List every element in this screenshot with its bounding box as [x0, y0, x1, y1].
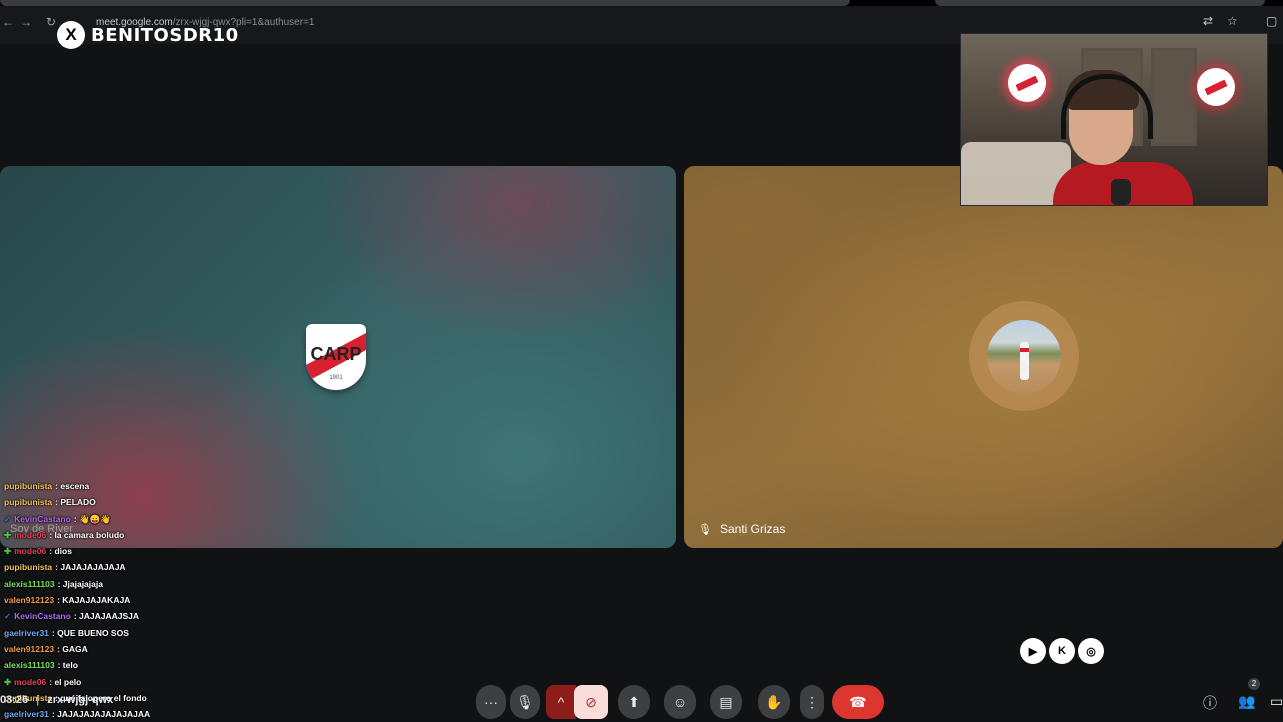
moderator-badge-icon: ✚: [4, 546, 12, 557]
chat-text: : escena: [55, 481, 90, 491]
microphone-button[interactable]: 🎙: [510, 685, 540, 719]
present-screen-button[interactable]: ⬆: [618, 685, 650, 719]
chat-message: pupibunista: PELADO: [4, 494, 304, 510]
back-icon[interactable]: ←: [2, 15, 14, 29]
people-icon[interactable]: 👥: [1238, 693, 1255, 710]
x-logo-icon: X: [57, 21, 85, 49]
streamer-webcam: [960, 33, 1268, 206]
extensions-icon[interactable]: ▢: [1266, 14, 1277, 28]
participant-name-2: Santi Grizas: [719, 522, 786, 536]
chat-text: : el pelo: [49, 676, 82, 687]
chat-text: : JAJAJAJAJAJA: [55, 562, 126, 573]
camera-off-button[interactable]: ⊘: [574, 685, 608, 719]
chat-username: mode06: [14, 676, 47, 687]
background-window: [1151, 48, 1197, 146]
leave-call-button[interactable]: ☎: [832, 685, 884, 719]
meeting-details: 03:26 | zrx-wjgj-qwx: [0, 694, 114, 706]
chat-text: : PELADO: [55, 497, 96, 508]
bookmark-star-icon[interactable]: ☆: [1227, 14, 1238, 28]
moderator-badge-icon: ✚: [4, 529, 12, 540]
microphone-icon: [1111, 179, 1131, 205]
kick-icon: K: [1049, 638, 1075, 664]
verified-badge-icon: ✓: [4, 611, 12, 622]
more-actions-button[interactable]: ⋮: [800, 685, 824, 719]
social-icons: ▶ K ◎: [1020, 638, 1104, 664]
chat-message: ✓ KevinCastano: 👋😛👋: [4, 511, 304, 527]
chat-username: gaelriver31: [4, 709, 49, 720]
neon-crest-icon: [1197, 68, 1235, 106]
chat-username: valen912123: [4, 643, 55, 654]
participant-label-2: 🎙 Santi Grizas: [698, 522, 785, 536]
chat-text: : Jjajajajaja: [57, 578, 103, 589]
chat-username: KevinCastano: [14, 611, 71, 622]
chat-username: pupibunista: [4, 562, 53, 573]
chat-message: valen912123: KAJAJAJAKAJA: [4, 592, 304, 608]
chat-text: : JAJAJAAJSJA: [73, 611, 140, 622]
chat-text: : KAJAJAJAKAJA: [57, 595, 131, 606]
chat-username: valen912123: [4, 595, 55, 606]
chat-text: : 👋😛👋: [73, 513, 111, 524]
forward-icon[interactable]: →: [20, 15, 32, 29]
chat-text: : la camara boludo: [49, 529, 125, 540]
mic-muted-icon: 🎙: [698, 523, 712, 536]
chat-username: mode06: [14, 529, 47, 540]
translate-icon[interactable]: ⇄: [1203, 14, 1213, 28]
participant-tile-2[interactable]: 🎙 Santi Grizas: [684, 166, 1283, 548]
chat-text: : QUE BUENO SOS: [51, 627, 129, 638]
chat-username: pupibunista: [4, 497, 53, 508]
chat-message: ✚ mode06: el pelo: [4, 674, 304, 690]
raise-hand-button[interactable]: ✋: [758, 685, 790, 719]
chat-username: pupibunista: [4, 481, 53, 491]
reload-icon[interactable]: ↻: [46, 15, 56, 29]
streamer-watermark: X BENITOSDR10: [57, 21, 239, 49]
call-time: 03:26: [0, 694, 29, 706]
river-plate-crest-icon: CARP 1901: [306, 324, 366, 390]
youtube-icon: ▶: [1020, 638, 1046, 664]
meeting-info-icon[interactable]: ⓘ: [1203, 693, 1217, 713]
chat-icon[interactable]: ▭: [1270, 693, 1283, 710]
instagram-icon: ◎: [1078, 638, 1104, 664]
chat-message: ✚ mode06: dios: [4, 543, 304, 559]
captions-button[interactable]: ▤: [710, 685, 742, 719]
chat-message: alexis111103: Jjajajajaja: [4, 576, 304, 592]
chat-message: gaelriver31: QUE BUENO SOS: [4, 625, 304, 641]
chat-message: pupibunista: escena: [4, 478, 304, 494]
streamer-handle: BENITOSDR10: [91, 24, 239, 46]
more-options-button[interactable]: ···: [476, 685, 506, 719]
chat-message: ✚ mode06: la camara boludo: [4, 527, 304, 543]
camera-options-button[interactable]: ^: [546, 685, 576, 719]
tab-strip: [0, 0, 1283, 6]
avatar: [987, 320, 1061, 394]
neon-crest-icon: [1008, 64, 1046, 102]
moderator-badge-icon: ✚: [4, 676, 12, 687]
chat-username: alexis111103: [4, 660, 55, 671]
stream-chat: pupibunista: escena pupibunista: PELADO ✓ K…: [4, 478, 304, 722]
chat-username: gaelriver31: [4, 627, 49, 638]
tab-segment[interactable]: [0, 0, 850, 6]
chat-username: alexis111103: [4, 578, 55, 589]
emoji-reaction-button[interactable]: ☺: [664, 685, 696, 719]
chat-username: mode06: [14, 546, 47, 557]
chat-message: pupibunista: JAJAJAJAJAJA: [4, 559, 304, 575]
chat-message: valen912123: GAGA: [4, 641, 304, 657]
chat-message: alexis111103: telo: [4, 657, 304, 673]
chat-message: ✓ KevinCastano: JAJAJAAJSJA: [4, 608, 304, 624]
chat-text: : GAGA: [57, 643, 88, 654]
chat-text: : telo: [57, 660, 78, 671]
chat-text: : JAJAJAJAJAJAJAJAA: [51, 709, 151, 720]
meeting-code: zrx-wjgj-qwx: [47, 694, 114, 706]
participants-count-badge: 2: [1248, 678, 1260, 690]
verified-badge-icon: ✓: [4, 513, 12, 524]
tab-segment[interactable]: [935, 0, 1265, 6]
chat-username: KevinCastano: [14, 513, 71, 524]
chat-text: : dios: [49, 546, 72, 557]
